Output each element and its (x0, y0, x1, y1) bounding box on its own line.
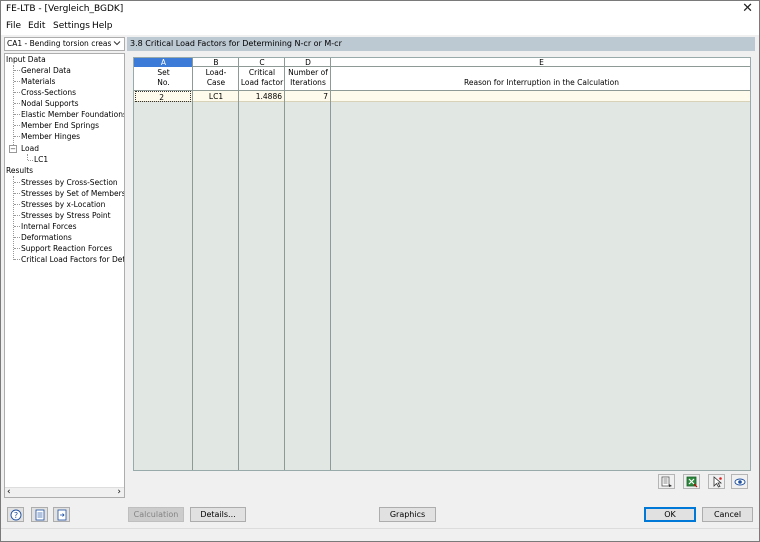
tree-results[interactable]: Results (6, 166, 33, 176)
header-reason-for-interruption: Reason for Interruption in the Calculati… (464, 78, 619, 87)
panel-header: 3.8 Critical Load Factors for Determinin… (127, 37, 755, 51)
tree-item-internal-forces[interactable]: Internal Forces (21, 222, 77, 232)
panel-title: 3.8 Critical Load Factors for Determinin… (130, 39, 342, 48)
chevron-down-icon[interactable] (111, 38, 123, 50)
import-data-icon[interactable] (31, 507, 48, 522)
cell-reason[interactable] (331, 91, 750, 102)
tree-horizontal-scrollbar[interactable]: ‹ › (5, 487, 124, 497)
scroll-right-icon[interactable]: › (117, 487, 121, 497)
cell-load-case[interactable]: LC1 (193, 91, 239, 102)
case-selector-value: CA1 - Bending torsion crease du (7, 39, 111, 48)
cell-number-of-iterations[interactable]: 7 (285, 91, 331, 102)
column-letter-e[interactable]: E (331, 58, 750, 67)
menu-bar: File Edit Settings Help (1, 19, 759, 35)
close-icon[interactable]: ✕ (742, 2, 753, 16)
export-data-icon[interactable] (53, 507, 70, 522)
graphics-button[interactable]: Graphics (379, 507, 436, 522)
column-letter-d[interactable]: D (285, 58, 331, 67)
tree-item-support-reaction-forces[interactable]: Support Reaction Forces (21, 244, 112, 254)
select-pointer-icon[interactable] (708, 474, 725, 489)
tree-item-cross-sections[interactable]: Cross-Sections (21, 88, 76, 98)
column-header-row: Set No. Load- Case Critical Load factor Num… (134, 67, 750, 91)
help-icon[interactable]: ? (7, 507, 24, 522)
navigation-tree: Input Data General Data Materials Cross-… (4, 53, 125, 498)
case-selector[interactable]: CA1 - Bending torsion crease du (4, 37, 125, 51)
title-bar: FE-LTB - [Vergleich_BGDK] ✕ (1, 1, 759, 19)
details-button[interactable]: Details... (190, 507, 246, 522)
tree-input-data[interactable]: Input Data (6, 55, 46, 65)
excel-export-icon[interactable] (683, 474, 700, 489)
header-set-no: Set No. (157, 68, 170, 87)
table-row[interactable]: 2 LC1 1.4886 7 (134, 91, 750, 102)
calculation-button[interactable]: Calculation (128, 507, 184, 522)
cell-set-no[interactable]: 2 (135, 91, 191, 102)
header-critical-load-factor: Critical Load factor (240, 68, 284, 87)
column-letter-row: A B C D E (134, 58, 750, 67)
tree-item-nodal-supports[interactable]: Nodal Supports (21, 99, 79, 109)
header-load-case: Load- Case (205, 68, 227, 87)
cell-critical-load-factor[interactable]: 1.4886 (239, 91, 285, 102)
svg-text:?: ? (14, 511, 18, 520)
tree-item-elastic-member-foundations[interactable]: Elastic Member Foundations (21, 110, 124, 120)
tree-item-deformations[interactable]: Deformations (21, 233, 72, 243)
tree-item-stresses-by-cross-section[interactable]: Stresses by Cross-Section (21, 178, 118, 188)
column-letter-a[interactable]: A (134, 58, 193, 67)
cancel-button[interactable]: Cancel (702, 507, 753, 522)
scroll-left-icon[interactable]: ‹ (7, 487, 11, 497)
tree-item-stresses-by-x-location[interactable]: Stresses by x-Location (21, 200, 105, 210)
column-letter-b[interactable]: B (193, 58, 239, 67)
header-number-of-iterations: Number of Iterations (288, 68, 328, 87)
tree-item-member-hinges[interactable]: Member Hinges (21, 132, 80, 142)
collapse-icon[interactable]: − (9, 145, 17, 153)
menu-edit[interactable]: Edit (28, 21, 45, 31)
menu-help[interactable]: Help (92, 21, 113, 31)
tree-item-member-end-springs[interactable]: Member End Springs (21, 121, 99, 131)
tree-item-lc1[interactable]: LC1 (34, 155, 48, 165)
window-title: FE-LTB - [Vergleich_BGDK] (6, 4, 124, 14)
results-table[interactable]: A B C D E Set No. Load- Case Critical Load … (133, 57, 751, 471)
column-letter-c[interactable]: C (239, 58, 285, 67)
tree-item-stresses-by-set-of-members[interactable]: Stresses by Set of Members (21, 189, 124, 199)
tree-item-critical-load-factors[interactable]: Critical Load Factors for Determ (21, 255, 124, 265)
tree-item-load[interactable]: Load (21, 144, 39, 154)
tree-item-materials[interactable]: Materials (21, 77, 55, 87)
menu-settings[interactable]: Settings (53, 21, 90, 31)
menu-file[interactable]: File (6, 21, 21, 31)
tree-item-general-data[interactable]: General Data (21, 66, 71, 76)
status-bar (1, 528, 759, 541)
app-window: FE-LTB - [Vergleich_BGDK] ✕ File Edit Se… (0, 0, 760, 542)
view-eye-icon[interactable] (731, 474, 748, 489)
tree-item-stresses-by-stress-point[interactable]: Stresses by Stress Point (21, 211, 111, 221)
ok-button[interactable]: OK (644, 507, 696, 522)
table-toolbar (133, 471, 751, 493)
export-table-icon[interactable] (658, 474, 675, 489)
